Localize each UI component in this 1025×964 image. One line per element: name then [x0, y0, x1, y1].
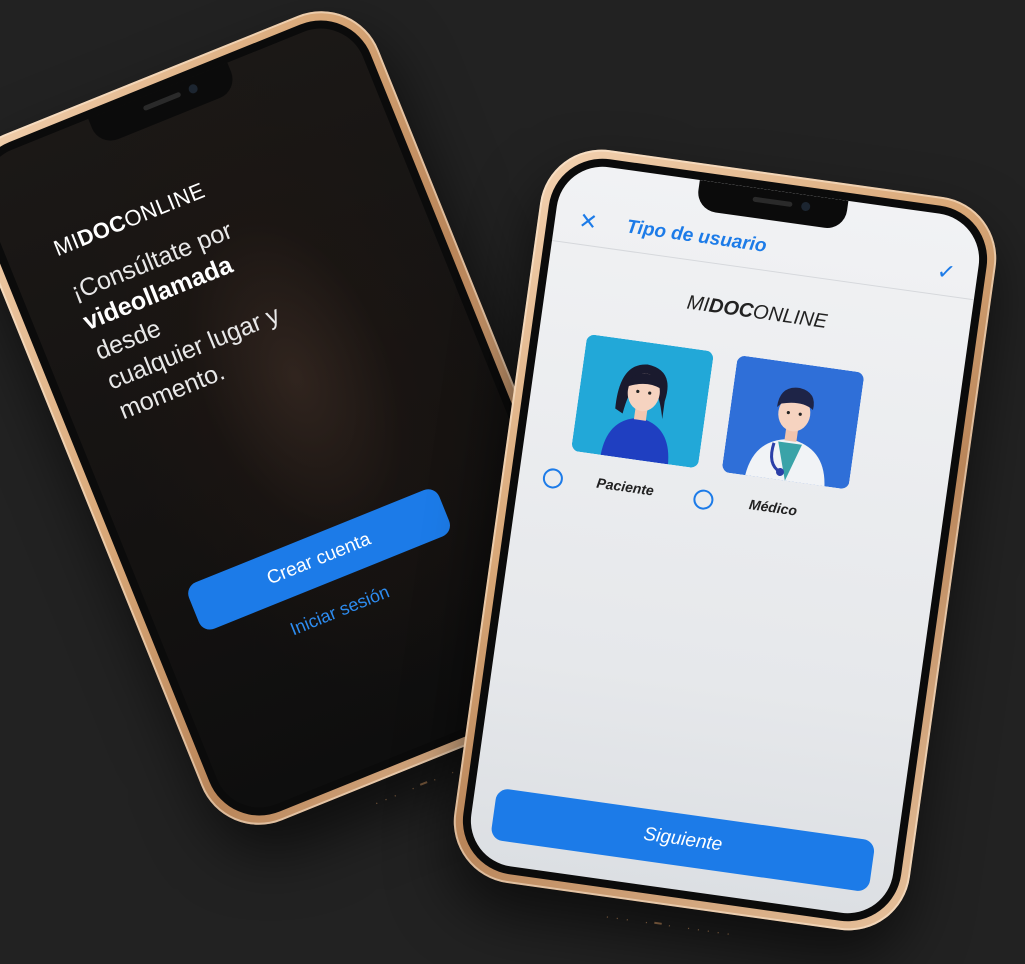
patient-card[interactable] — [570, 333, 715, 469]
phone-right-bezel: ✕ Tipo de usuario ✓ MIDOCONLINE Paciente… — [455, 151, 995, 929]
doctor-card[interactable] — [721, 354, 865, 490]
doctor-illustration — [721, 354, 865, 490]
doctor-label: Médico — [748, 496, 799, 519]
check-icon[interactable]: ✓ — [935, 258, 957, 286]
close-icon[interactable]: ✕ — [577, 208, 599, 236]
phone-right: ✕ Tipo de usuario ✓ MIDOCONLINE Paciente… — [445, 141, 1005, 942]
screen-title: Tipo de usuario — [625, 216, 768, 257]
patient-radio[interactable] — [541, 467, 565, 490]
phone-notch — [88, 62, 239, 147]
user-type-screen: ✕ Tipo de usuario ✓ MIDOCONLINE Paciente… — [464, 160, 986, 920]
doctor-radio[interactable] — [692, 488, 715, 511]
phone-bottom-grille: ··· ·━· ····· — [604, 909, 738, 942]
next-button[interactable]: Siguiente — [490, 787, 876, 893]
patient-label: Paciente — [595, 474, 655, 499]
patient-illustration — [570, 333, 715, 469]
